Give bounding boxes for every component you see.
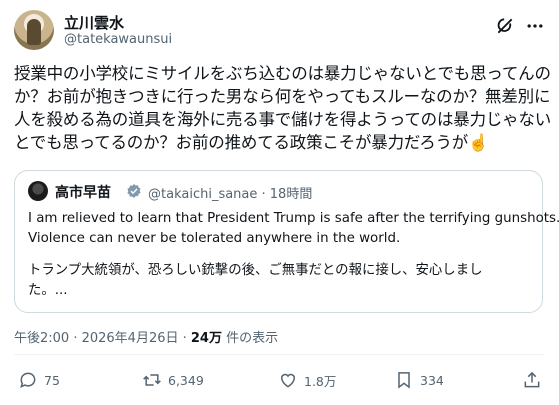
timestamp[interactable]: 午後2:00 · 2026年4月26日 · [14,331,191,346]
view-suffix: 件の表示 [221,331,279,346]
author-name[interactable]: 立川雲水 [64,12,124,33]
repost-icon [143,374,161,386]
heart-icon [281,373,295,388]
like-button[interactable]: 1.8万 [278,370,336,390]
repost-count: 6,349 [168,372,204,388]
post-text-line: か？お前が抱きつきに行った男なら何をやってもスルーなのか？無差別に [14,87,551,106]
view-count: 24万 [190,331,222,346]
reply-button[interactable]: 75 [18,370,60,390]
quoted-avatar[interactable] [28,181,48,201]
bookmark-icon [398,372,410,389]
post-text-line: 人を殺める為の道具を海外に売る事で儲けを得ようってのは暴力じゃない [14,110,552,129]
post-meta: 午後2:00 · 2026年4月26日 · 24万 件の表示 [14,327,278,346]
quoted-author-name[interactable]: 高市早苗 [55,182,111,202]
post-header: 立川雲水 @tatekawaunsui [14,10,545,54]
post-text-line: とでも思ってるのか？お前の推めてる政策こそが暴力だろうが☝️ [14,133,489,152]
bookmark-count: 334 [420,372,444,388]
more-icon[interactable] [525,16,545,36]
repost-button[interactable]: 6,349 [142,370,204,390]
bookmark-button[interactable]: 334 [394,370,444,390]
verified-badge-icon [127,184,141,198]
author-handle[interactable]: @tatekawaunsui [64,32,172,47]
post-text-line: 授業中の小学校にミサイルをぶち込むのは暴力じゃないとでも思ってんの [14,64,551,83]
quoted-handle-time: @takaichi_sanae · 18時間 [148,187,313,202]
share-icon [524,371,540,388]
like-count: 1.8万 [304,373,337,389]
quoted-post[interactable]: 高市早苗 @takaichi_sanae · 18時間 I am relieve… [14,170,559,313]
reply-icon [20,372,36,389]
quoted-text: I am relieved to learn that President Tr… [28,209,559,301]
post-text: 授業中の小学校にミサイルをぶち込むのは暴力じゃないとでも思ってんの か？お前が抱… [14,62,554,154]
grok-icon[interactable] [495,16,515,36]
share-button[interactable] [522,370,542,390]
reply-count: 75 [44,372,60,388]
quoted-text-line: Violence can never be tolerated anywhere… [28,231,401,246]
avatar[interactable] [14,10,54,50]
quoted-text-line: トランプ大統領が、恐ろしい銃撃の後、ご無事だとの報に接し、安心しまし [28,263,483,278]
action-bar: 75 6,349 1.8万 334 [14,370,545,398]
quoted-text-line: I am relieved to learn that President Tr… [28,211,559,226]
divider [14,354,545,355]
quoted-text-line: た。... [28,283,68,298]
